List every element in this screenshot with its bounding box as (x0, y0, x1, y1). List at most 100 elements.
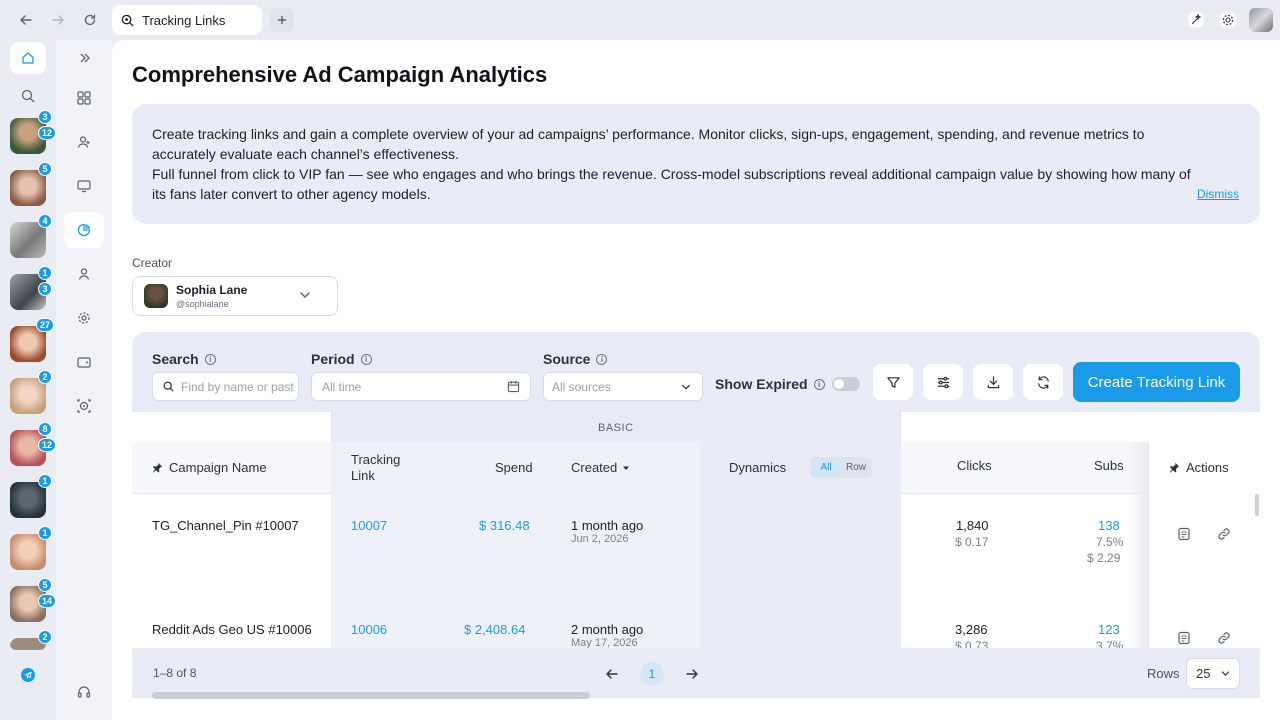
info-icon[interactable]: i (813, 378, 825, 390)
link-icon[interactable] (1210, 520, 1238, 548)
dashboard-grid-icon[interactable] (64, 80, 104, 116)
rows-per-page-select[interactable]: 25 (1186, 658, 1240, 689)
column-header-created[interactable]: Created (571, 460, 630, 475)
info-icon[interactable]: i (204, 353, 216, 365)
creator-avatar[interactable]: 1 (10, 526, 52, 570)
target-icon[interactable] (64, 388, 104, 424)
avatar (10, 222, 46, 258)
home-icon[interactable] (10, 42, 46, 74)
page-number-button[interactable]: 1 (640, 662, 664, 686)
clicks-value: 1,840 (956, 518, 989, 533)
source-label: Source i (543, 351, 608, 367)
forward-arrow-icon[interactable] (47, 9, 69, 31)
analytics-pie-icon[interactable] (64, 212, 104, 248)
dismiss-link[interactable]: Dismiss (1197, 187, 1239, 201)
new-tab-button[interactable] (270, 8, 294, 32)
subs-cost: $ 2.29 (1087, 551, 1121, 565)
subs-value[interactable]: 138 (1098, 518, 1120, 533)
creator-avatar[interactable]: 27 (10, 318, 55, 362)
column-header-clicks[interactable]: Clicks (957, 458, 992, 473)
dynamics-row-option[interactable]: Row (842, 459, 870, 476)
telegram-icon[interactable] (21, 668, 35, 682)
column-group-label: BASIC (598, 422, 634, 434)
sort-down-icon (622, 464, 630, 472)
created-relative: 1 month ago (571, 518, 644, 533)
expand-chevrons-icon[interactable] (64, 40, 104, 76)
notification-badge: 12 (38, 126, 57, 140)
dynamics-toggle: All Row (810, 457, 872, 478)
column-header-subs[interactable]: Subs (1094, 458, 1124, 473)
info-icon[interactable]: i (360, 353, 372, 365)
created-relative: 2 month ago (571, 622, 644, 637)
column-header-spend[interactable]: Spend (495, 460, 533, 475)
avatar (10, 534, 46, 570)
creator-avatar[interactable]: 3 12 (10, 110, 57, 154)
users-icon[interactable] (64, 124, 104, 160)
campaign-name[interactable]: Reddit Ads Geo US #10006 (152, 622, 312, 637)
support-headset-icon[interactable] (64, 674, 104, 710)
subs-value[interactable]: 123 (1098, 622, 1120, 637)
tracking-link-id[interactable]: 10006 (351, 622, 387, 637)
spend-value[interactable]: $ 316.48 (479, 518, 530, 533)
creator-avatar[interactable]: 5 (10, 162, 52, 206)
info-paragraph: Create tracking links and gain a complet… (152, 126, 1145, 162)
column-header-tracking-link[interactable]: Tracking Link (351, 452, 411, 484)
avatar (10, 170, 46, 206)
period-select[interactable]: All time (311, 372, 531, 401)
column-header-dynamics: Dynamics (729, 460, 787, 475)
notification-badge: 14 (38, 594, 57, 608)
notification-badge: 1 (38, 526, 52, 540)
sparkle-icon[interactable] (1185, 9, 1207, 31)
creator-avatar[interactable]: 8 12 (10, 422, 57, 466)
search-input[interactable]: Find by name or past (152, 372, 299, 401)
tracking-link-id[interactable]: 10007 (351, 518, 387, 533)
info-icon[interactable]: i (596, 353, 608, 365)
clicks-cost: $ 0.17 (955, 535, 989, 549)
calendar-icon (507, 380, 520, 393)
creator-name: Sophia Lane (176, 283, 248, 297)
column-header-campaign[interactable]: Campaign Name (152, 460, 267, 475)
gear-icon[interactable] (1217, 9, 1239, 31)
show-expired-toggle[interactable] (832, 377, 860, 391)
creator-avatar[interactable]: 2 (10, 370, 52, 414)
pin-icon (1169, 462, 1180, 473)
export-button[interactable] (973, 364, 1013, 400)
notification-badge: 8 (38, 422, 52, 436)
columns-settings-button[interactable] (923, 364, 963, 400)
creator-avatar[interactable]: 4 (10, 214, 52, 258)
monitor-icon[interactable] (64, 168, 104, 204)
info-banner-text: Create tracking links and gain a complet… (152, 124, 1192, 204)
prev-page-arrow-icon[interactable] (601, 664, 623, 684)
reload-icon[interactable] (79, 9, 101, 31)
tab-tracking-links[interactable]: Tracking Links (112, 5, 262, 35)
spend-value[interactable]: $ 2,408.64 (464, 622, 525, 637)
profile-icon[interactable] (64, 256, 104, 292)
creator-avatar[interactable]: 1 (10, 474, 52, 518)
clicks-value: 3,286 (955, 622, 988, 637)
refresh-button[interactable] (1023, 364, 1063, 400)
horizontal-scrollbar[interactable] (152, 692, 590, 699)
settings-gear-icon[interactable] (64, 300, 104, 336)
next-page-arrow-icon[interactable] (681, 664, 703, 684)
source-select[interactable]: All sources (543, 372, 703, 401)
avatar (10, 482, 46, 518)
notification-badge: 4 (38, 214, 52, 228)
campaign-name[interactable]: TG_Channel_Pin #10007 (152, 518, 299, 533)
info-paragraph: Full funnel from click to VIP fan — see … (152, 166, 1191, 202)
vertical-scrollbar[interactable] (1255, 494, 1259, 516)
column-header-label: Campaign Name (169, 460, 267, 475)
download-icon (986, 375, 1001, 390)
source-label-text: Source (543, 351, 591, 367)
notes-icon[interactable] (1170, 520, 1198, 548)
user-avatar[interactable] (1249, 8, 1273, 32)
create-tracking-link-button[interactable]: Create Tracking Link (1073, 362, 1240, 402)
show-expired-label: Show Expired i (715, 376, 825, 392)
back-arrow-icon[interactable] (15, 9, 37, 31)
creator-avatar[interactable]: 5 14 (10, 578, 57, 622)
filter-button[interactable] (873, 364, 913, 400)
dynamics-all-option[interactable]: All (812, 459, 840, 476)
search-icon[interactable] (10, 86, 46, 106)
wallet-icon[interactable] (64, 344, 104, 380)
creator-avatar[interactable]: 1 3 (10, 266, 52, 310)
search-label-text: Search (152, 351, 199, 367)
